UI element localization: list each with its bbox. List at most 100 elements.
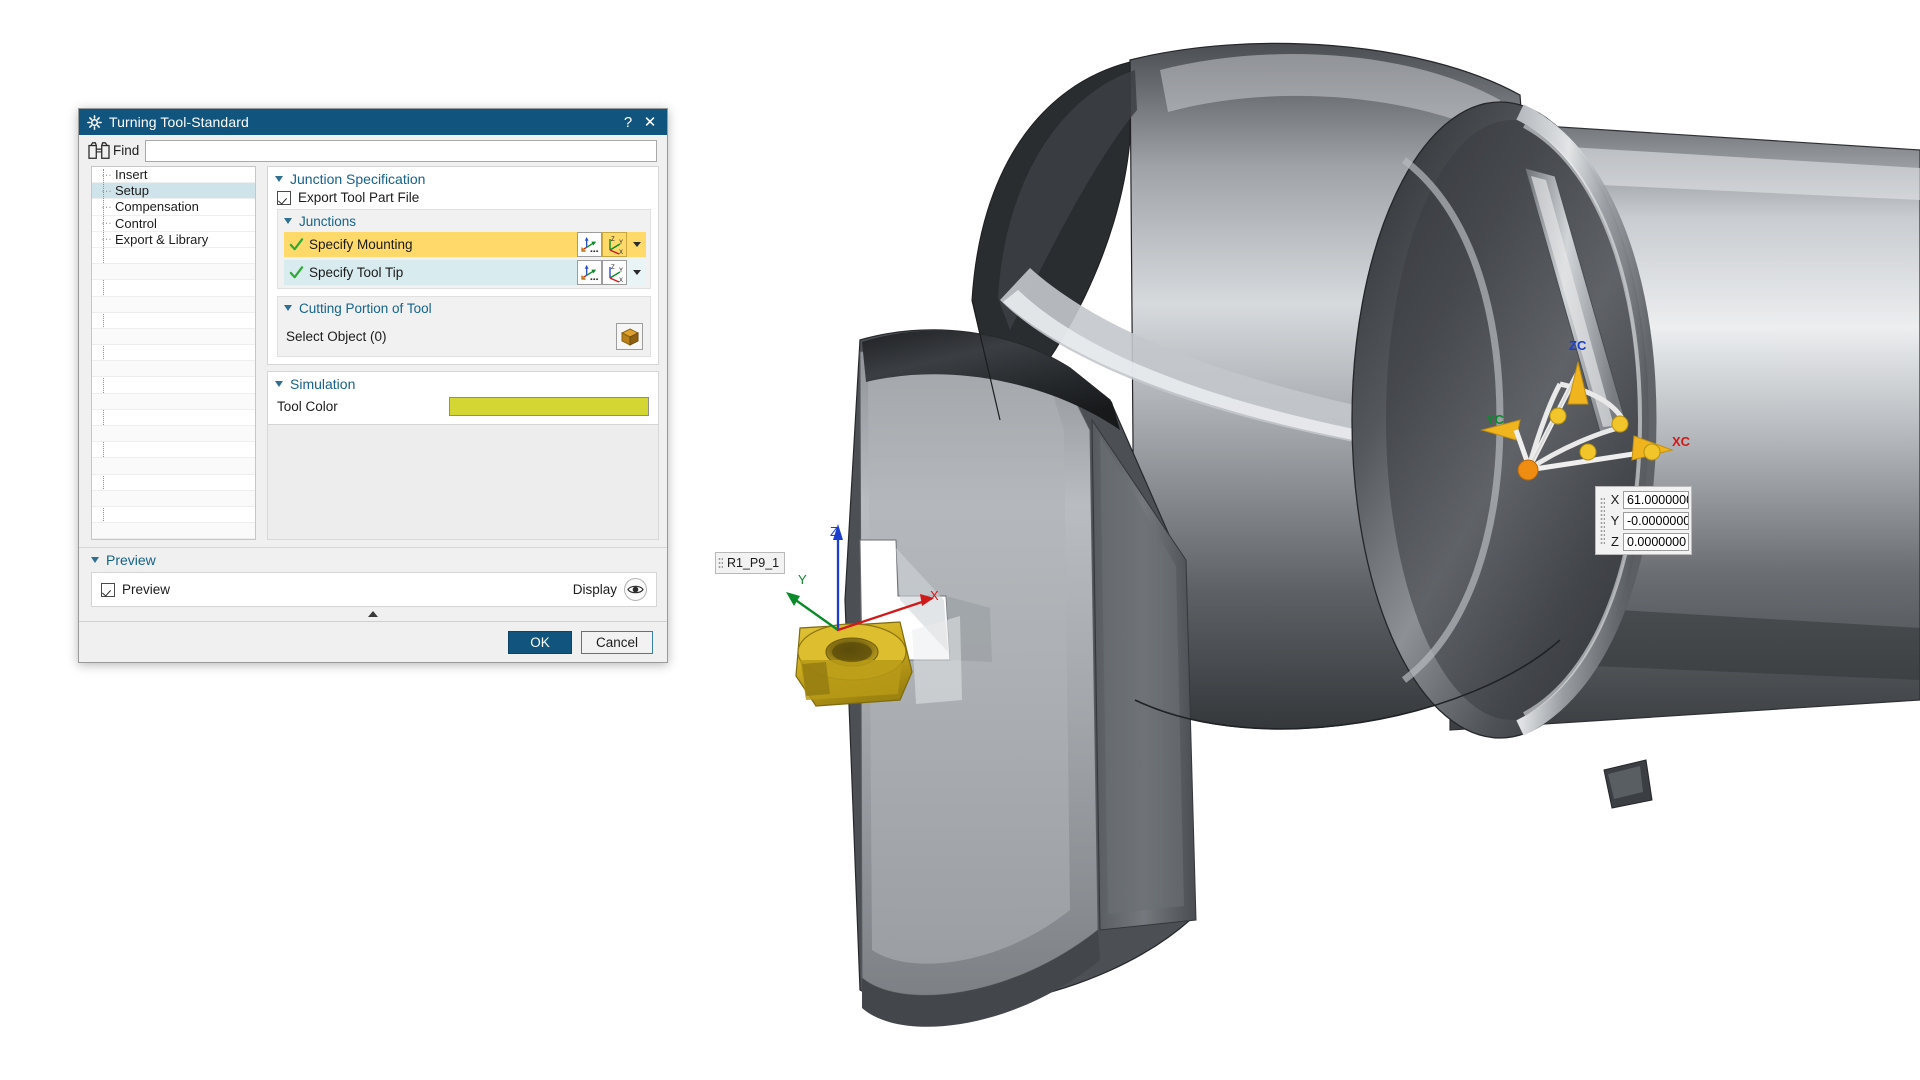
select-object-row[interactable]: Select Object (0) [278,319,650,356]
close-icon[interactable]: ✕ [639,111,661,133]
junction-specification-header[interactable]: Junction Specification [268,167,658,190]
tree-branch-icon [95,217,115,229]
find-row: Find [79,135,667,166]
triad-z-label: Z [830,524,838,539]
tree-empty-row [92,280,255,297]
sidebar-item-compensation[interactable]: Compensation [92,199,255,216]
dialog-title: Turning Tool-Standard [109,114,249,130]
sidebar-item-insert[interactable]: Insert [92,167,255,184]
tree-empty-row [92,377,255,394]
select-object-label: Select Object (0) [286,329,387,344]
tree-empty-row [92,475,255,491]
preview-checkbox[interactable] [101,582,115,597]
chevron-down-icon[interactable] [284,218,292,224]
coordinate-axes-icon[interactable]: Z Y X [602,232,627,257]
coordinate-value-z[interactable]: 0.0000000 [1623,532,1689,551]
ok-button[interactable]: OK [507,630,572,654]
coordinate-input-box[interactable]: X 61.0000000 Y -0.0000000 Z 0.0000000 [1595,486,1692,555]
cancel-button[interactable]: Cancel [580,630,653,654]
junctions-header[interactable]: Junctions [278,210,650,232]
specify-tool-tip-row[interactable]: Specify Tool Tip Z Y X [284,260,646,285]
tree-branch-icon [95,233,115,245]
collapse-dialog-bar[interactable] [79,607,667,622]
find-label: Find [113,143,140,158]
specify-mounting-dropdown[interactable] [627,232,646,257]
tree-empty-row [92,523,255,540]
tree-empty-row [92,442,255,459]
svg-text:X: X [619,250,623,255]
find-input[interactable] [145,139,657,162]
display-row[interactable]: Display [573,578,647,602]
binoculars-icon [88,141,110,159]
svg-text:Z: Z [611,237,615,243]
help-button[interactable]: ? [617,111,639,133]
sidebar-item-export-library[interactable]: Export & Library [92,232,255,248]
preview-section: Preview Preview Display [79,547,667,608]
chevron-down-icon [632,270,641,275]
specify-mounting-label: Specify Mounting [309,237,413,252]
junctions-subgroup: Junctions Specify Mounting Z Y X Specify… [277,209,651,289]
tree-empty-row [92,507,255,524]
tree-empty-row [92,458,255,475]
coordinate-axes-icon[interactable]: Z Y X [602,260,627,285]
coordinate-key-z: Z [1611,534,1619,549]
sidebar-item-label: Compensation [115,199,199,215]
preview-header[interactable]: Preview [91,548,657,572]
gear-icon [87,114,102,130]
coordinate-row-y: Y -0.0000000 [1607,510,1689,531]
specify-mounting-field[interactable]: Specify Mounting [284,232,577,257]
wcs-yc-label: YC [1486,412,1505,427]
sidebar-item-control[interactable]: Control [92,216,255,232]
tool-color-swatch[interactable] [449,397,649,416]
green-check-icon [289,238,304,251]
chevron-up-icon[interactable] [368,611,378,618]
specify-tool-tip-dropdown[interactable] [627,260,646,285]
tree-branch-icon [95,201,115,213]
export-tool-part-file-row[interactable]: Export Tool Part File [268,190,658,209]
sidebar-item-setup[interactable]: Setup [92,183,255,200]
specify-tool-tip-field[interactable]: Specify Tool Tip [284,260,577,285]
chevron-down-icon [632,242,641,247]
junctions-title: Junctions [299,213,357,229]
sidebar-item-label: Insert [115,167,148,183]
chevron-down-icon[interactable] [275,175,283,182]
triad-y-label: Y [798,572,807,587]
export-tool-part-file-checkbox[interactable] [277,190,291,205]
svg-text:X: X [619,278,623,283]
tree-empty-row [92,328,255,346]
chevron-down-icon[interactable] [91,557,99,564]
tree-empty-row [92,313,255,329]
coordinate-value-y[interactable]: -0.0000000 [1623,511,1689,530]
turning-tool-standard-dialog[interactable]: Turning Tool-Standard ? ✕ Find Insert Se… [78,108,668,664]
coordinate-row-x: X 61.0000000 [1607,489,1689,510]
drag-grip-icon[interactable] [718,556,723,570]
tool-color-row[interactable]: Tool Color [268,395,658,424]
coordinate-value-x[interactable]: 61.0000000 [1623,490,1689,509]
green-check-icon [289,266,304,279]
cutting-portion-header[interactable]: Cutting Portion of Tool [278,297,650,319]
eye-icon[interactable] [624,578,647,602]
simulation-title: Simulation [290,375,356,392]
sidebar-item-label: Export & Library [115,231,209,247]
chevron-down-icon[interactable] [275,380,283,387]
node-name-tag[interactable]: R1_P9_1 [715,552,786,574]
preview-checkbox-label: Preview [122,582,171,598]
dialog-titlebar[interactable]: Turning Tool-Standard ? ✕ [79,109,667,135]
coordinate-key-y: Y [1610,513,1620,528]
navigation-tree-panel[interactable]: Insert Setup Compensation Control Export… [91,166,256,541]
junction-specification-title: Junction Specification [290,170,426,187]
settings-empty-area [267,425,659,541]
tree-branch-icon [95,169,115,181]
preview-checkbox-row[interactable]: Preview [101,582,170,597]
specify-mounting-row[interactable]: Specify Mounting Z Y X [284,232,646,257]
solid-body-cube-icon[interactable] [616,323,643,350]
simulation-header[interactable]: Simulation [268,372,658,395]
drag-grip-icon[interactable] [1598,489,1607,552]
csys-constructor-icon[interactable] [577,232,602,257]
cutting-portion-title: Cutting Portion of Tool [299,300,432,316]
sidebar-item-label: Control [115,215,157,231]
chevron-down-icon[interactable] [284,305,292,311]
tree-empty-row [92,361,255,378]
csys-constructor-icon[interactable] [577,260,602,285]
wcs-zc-label: ZC [1569,338,1587,353]
